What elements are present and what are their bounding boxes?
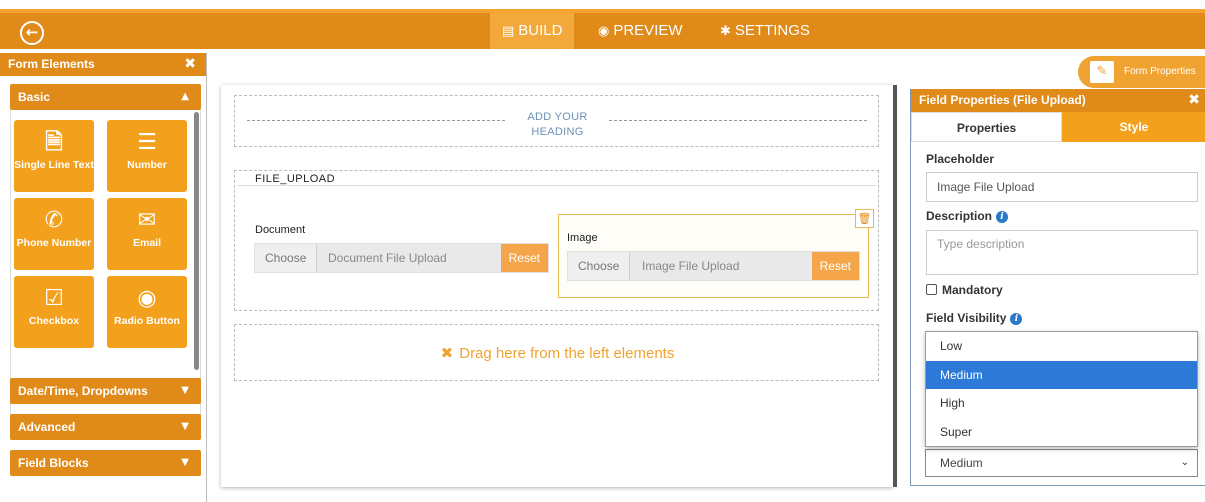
heading-divider-right [609, 120, 867, 121]
close-icon[interactable]: ✖ [1188, 89, 1200, 112]
visibility-dropdown-list: Low Medium High Super [925, 331, 1198, 447]
heading-divider-left [247, 120, 505, 121]
field-properties-header: Field Properties (File Upload) ✖ [911, 89, 1205, 112]
form-elements-panel: Form Elements ✖ Basic ▲ 🗎 Single Line Te… [0, 53, 207, 502]
tile-email[interactable]: ✉ Email [107, 198, 187, 270]
drop-zone-text: Drag here from the left elements [459, 345, 675, 362]
image-file-name: Image File Upload [642, 259, 740, 273]
basic-elements-grid: 🗎 Single Line Text ☰ Number ✆ Phone Numb… [10, 110, 201, 423]
accordion-advanced[interactable]: Advanced ▼ [10, 414, 201, 440]
top-bar: ← ▤ BUILD ◉ PREVIEW ✱ SETTINGS [0, 9, 1205, 49]
chevron-down-icon: ▼ [181, 457, 189, 468]
description-label: Description [926, 209, 993, 223]
option-medium[interactable]: Medium [926, 360, 1197, 389]
description-input[interactable]: Type description [926, 230, 1198, 275]
drop-zone[interactable]: ✖ Drag here from the left elements [234, 324, 879, 381]
trash-icon[interactable]: 🗑 [855, 209, 874, 228]
chevron-down-icon: ▼ [181, 385, 189, 396]
tile-number[interactable]: ☰ Number [107, 120, 187, 192]
info-icon[interactable]: i [996, 210, 1009, 223]
form-elements-header: Form Elements ✖ [0, 53, 206, 76]
envelope-icon: ✉ [137, 208, 157, 233]
checkbox-icon: ☑ [44, 286, 64, 311]
placeholder-input[interactable]: Image File Upload [926, 172, 1198, 202]
eye-icon: ◉ [598, 24, 610, 39]
field-visibility-label: Field Visibility [926, 311, 1007, 325]
image-file-input[interactable]: Choose Image File Upload Reset [567, 251, 860, 281]
placeholder-label: Placeholder [926, 152, 995, 166]
chevron-down-icon: ⌄ [1180, 457, 1189, 468]
document-icon: 🗎 [45, 130, 63, 155]
chevron-down-icon: ▼ [181, 421, 189, 432]
accordion-field-blocks[interactable]: Field Blocks ▼ [10, 450, 201, 476]
option-super[interactable]: Super [926, 418, 1197, 447]
chevron-up-icon: ▲ [181, 91, 189, 102]
gear-icon: ✱ [720, 24, 731, 39]
tab-preview[interactable]: ◉ PREVIEW [586, 13, 695, 49]
option-high[interactable]: High [926, 389, 1197, 418]
tile-single-line-text[interactable]: 🗎 Single Line Text [14, 120, 94, 192]
heading-text[interactable]: ADD YOUR HEADING [505, 110, 610, 140]
tab-settings[interactable]: ✱ SETTINGS [708, 13, 822, 49]
move-icon: ✖ [440, 344, 454, 362]
tab-style[interactable]: Style [1062, 112, 1205, 142]
tile-radio-button[interactable]: ◉ Radio Button [107, 276, 187, 348]
form-icon: ▤ [502, 24, 515, 39]
document-choose-button[interactable]: Choose [255, 244, 318, 272]
image-choose-button[interactable]: Choose [568, 252, 631, 280]
file-upload-title: FILE_UPLOAD [255, 173, 336, 185]
mandatory-checkbox[interactable] [926, 284, 937, 295]
radio-icon: ◉ [137, 286, 157, 311]
close-icon[interactable]: ✖ [184, 53, 196, 76]
accordion-basic[interactable]: Basic ▲ [10, 84, 201, 110]
mandatory-label: Mandatory [942, 283, 1003, 297]
visibility-select[interactable]: Medium ⌄ [925, 449, 1198, 477]
numbered-list-icon: ☰ [137, 130, 157, 155]
image-reset-button[interactable]: Reset [811, 252, 859, 280]
top-strip [0, 0, 1205, 9]
scrollbar[interactable] [194, 112, 199, 370]
option-low[interactable]: Low [926, 332, 1197, 361]
heading-placeholder[interactable]: ADD YOUR HEADING [234, 95, 879, 147]
tab-properties[interactable]: Properties [911, 112, 1062, 142]
tile-phone-number[interactable]: ✆ Phone Number [14, 198, 94, 270]
document-file-name: Document File Upload [328, 251, 447, 265]
document-label: Document [255, 224, 306, 236]
back-arrow-icon[interactable]: ← [20, 21, 44, 45]
document-file-input[interactable]: Choose Document File Upload Reset [254, 243, 549, 273]
phone-icon: ✆ [44, 208, 64, 233]
tile-checkbox[interactable]: ☑ Checkbox [14, 276, 94, 348]
canvas-divider [893, 85, 897, 487]
form-properties-button[interactable]: ✎ Form Properties [1078, 56, 1205, 88]
form-edit-icon: ✎ [1090, 61, 1114, 83]
tab-build[interactable]: ▤ BUILD [490, 13, 575, 49]
document-reset-button[interactable]: Reset [500, 244, 548, 272]
info-icon[interactable]: i [1010, 312, 1023, 325]
image-label: Image [567, 232, 598, 244]
accordion-datetime-dropdowns[interactable]: Date/Time, Dropdowns ▼ [10, 378, 201, 404]
